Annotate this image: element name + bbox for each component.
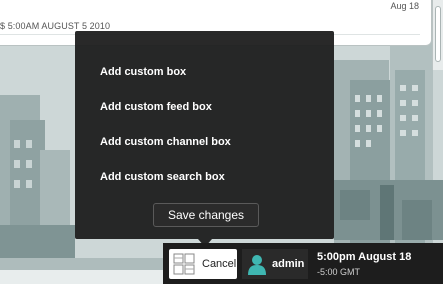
- layout-grid-icon: [173, 253, 195, 275]
- feed-date-top: Aug 18: [390, 1, 419, 11]
- menu-item-add-custom-channel-box[interactable]: Add custom channel box: [100, 136, 231, 148]
- timezone: -5:00 GMT: [317, 267, 361, 277]
- bottom-toolbar: Cancel admin 5:00pm August 18 -5:00 GMT: [163, 243, 443, 284]
- current-time: 5:00pm August 18: [317, 251, 412, 263]
- cancel-label: Cancel: [202, 258, 237, 270]
- scrollbar-thumb[interactable]: [435, 6, 441, 62]
- menu-item-add-custom-feed-box[interactable]: Add custom feed box: [100, 101, 212, 113]
- user-name: admin: [272, 258, 305, 270]
- feed-item-date: $ 5:00AM AUGUST 5 2010: [0, 21, 111, 31]
- menu-item-add-custom-box[interactable]: Add custom box: [100, 66, 186, 78]
- menu-item-add-custom-search-box[interactable]: Add custom search box: [100, 171, 225, 183]
- cancel-button[interactable]: Cancel: [169, 249, 237, 279]
- user-avatar-icon: [246, 253, 268, 275]
- scrollbar[interactable]: [432, 0, 443, 70]
- save-changes-button[interactable]: Save changes: [153, 203, 259, 227]
- user-account-button[interactable]: admin: [242, 249, 308, 279]
